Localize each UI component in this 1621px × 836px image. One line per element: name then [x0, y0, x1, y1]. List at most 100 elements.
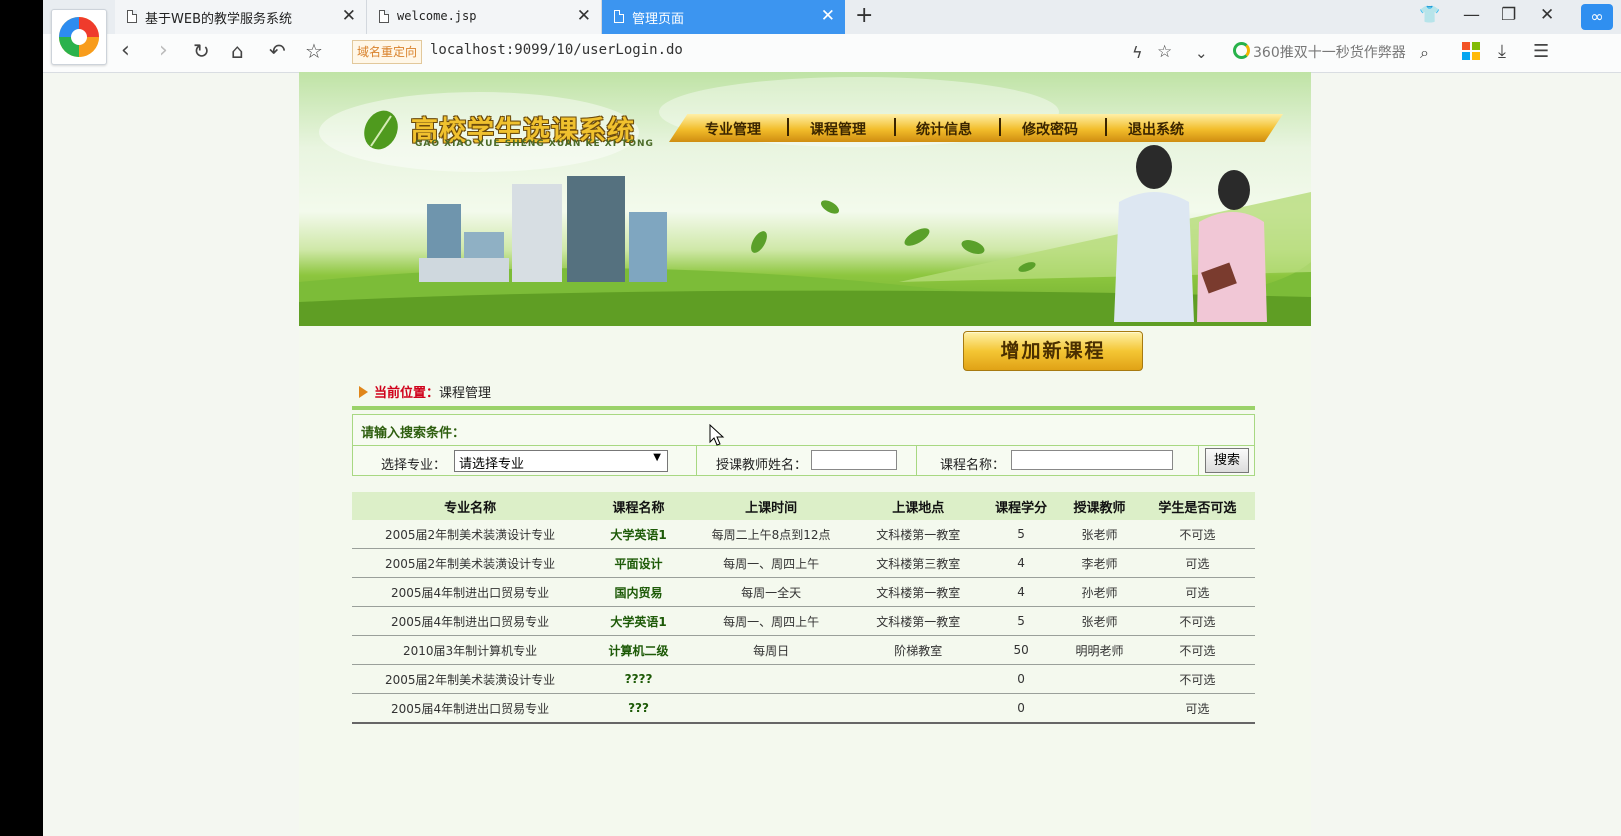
- table-cell: 2010届3年制计算机专业: [352, 635, 589, 665]
- table-row: 2005届4年制进出口贸易专业??? 0 可选: [352, 693, 1255, 724]
- breadcrumb-label: 当前位置：: [374, 386, 440, 401]
- major-select[interactable]: 请选择专业 ▼: [454, 450, 668, 472]
- divider: [352, 406, 1255, 410]
- teacher-name-input[interactable]: [811, 450, 897, 470]
- menu-icon[interactable]: ☰: [1533, 41, 1549, 62]
- lightning-icon[interactable]: ϟ: [1132, 43, 1143, 62]
- skin-icon[interactable]: 👕: [1419, 5, 1440, 25]
- table-cell: 不可选: [1139, 635, 1255, 665]
- col-selectable: 学生是否可选: [1139, 492, 1255, 520]
- browser-window: 基于WEB的教学服务系统 ✕ welcome.jsp ✕ 管理页面 ✕ + 👕 …: [43, 0, 1621, 836]
- col-location: 上课地点: [853, 492, 984, 520]
- tab-admin-page[interactable]: 管理页面 ✕: [602, 0, 845, 34]
- table-cell: 明明老师: [1059, 635, 1140, 665]
- table-cell: [1059, 664, 1140, 694]
- back-icon[interactable]: ‹: [121, 38, 130, 63]
- redirect-badge[interactable]: 域名重定向: [352, 40, 423, 64]
- table-cell: 李老师: [1059, 548, 1140, 578]
- 360-search-icon: [1233, 42, 1250, 59]
- main-menu: 专业管理 课程管理 统计信息 修改密码 退出系统: [669, 114, 1283, 142]
- menu-item-statistics[interactable]: 统计信息: [916, 119, 972, 139]
- table-cell: [1059, 693, 1140, 724]
- search-suggestion[interactable]: 360推双十一秒货作弊器: [1233, 42, 1406, 62]
- table-cell: 每周二上午8点到12点: [688, 520, 854, 549]
- system-subtitle: GAO XIAO XUE SHENG XUAN KE XI TONG: [415, 139, 654, 149]
- table-cell: [853, 664, 984, 694]
- table-cell: 2005届2年制美术装潢设计专业: [352, 520, 589, 549]
- arrow-right-icon: [359, 386, 368, 398]
- table-cell: 5: [983, 606, 1060, 636]
- address-bar[interactable]: localhost:9099/10/userLogin.do: [430, 42, 683, 58]
- major-selected-value: 请选择专业: [459, 457, 525, 472]
- forward-icon[interactable]: ›: [159, 38, 168, 63]
- table-cell: 文科楼第三教室: [853, 548, 984, 578]
- minimize-icon[interactable]: —: [1463, 5, 1480, 25]
- course-name-link[interactable]: ???: [588, 693, 689, 724]
- new-tab-icon[interactable]: +: [855, 3, 873, 28]
- col-course: 课程名称: [588, 492, 689, 520]
- restore-icon[interactable]: ❐: [1501, 5, 1516, 25]
- favorite-star-icon[interactable]: ☆: [1157, 42, 1172, 62]
- page-icon: [614, 10, 624, 23]
- course-name-input[interactable]: [1011, 450, 1173, 470]
- undo-close-icon[interactable]: ↶: [269, 39, 286, 63]
- reload-icon[interactable]: ↻: [193, 39, 210, 63]
- tab-title: 基于WEB的教学服务系统: [145, 12, 292, 27]
- table-cell: 张老师: [1059, 606, 1140, 636]
- close-tab-icon[interactable]: ✕: [821, 6, 835, 26]
- course-name-link[interactable]: 国内贸易: [588, 577, 689, 607]
- table-cell: 不可选: [1139, 664, 1255, 694]
- course-name-link[interactable]: ????: [588, 664, 689, 694]
- tab-welcome[interactable]: welcome.jsp ✕: [367, 0, 602, 34]
- col-time: 上课时间: [688, 492, 854, 520]
- search-panel: 请输入搜索条件： 选择专业： 请选择专业 ▼ 授课教师姓名： 课程名称： 搜索: [352, 414, 1255, 476]
- close-window-icon[interactable]: ✕: [1540, 5, 1554, 25]
- header-banner: 高校学生选课系统 GAO XIAO XUE SHENG XUAN KE XI T…: [299, 72, 1311, 326]
- menu-item-change-password[interactable]: 修改密码: [1022, 119, 1078, 139]
- course-table: 专业名称 课程名称 上课时间 上课地点 课程学分 授课教师 学生是否可选 200…: [352, 492, 1255, 724]
- table-cell: 文科楼第一教室: [853, 577, 984, 607]
- table-cell: 4: [983, 577, 1060, 607]
- home-icon[interactable]: ⌂: [231, 39, 244, 63]
- menu-item-logout[interactable]: 退出系统: [1128, 119, 1184, 139]
- major-label: 选择专业：: [381, 458, 447, 473]
- col-major: 专业名称: [352, 492, 589, 520]
- table-cell: 2005届2年制美术装潢设计专业: [352, 664, 589, 694]
- table-cell: 不可选: [1139, 520, 1255, 549]
- table-cell: 可选: [1139, 577, 1255, 607]
- browser-logo-icon[interactable]: [51, 9, 107, 65]
- breadcrumb-value: 课程管理: [439, 386, 492, 401]
- course-name-link[interactable]: 平面设计: [588, 548, 689, 578]
- table-cell: 50: [983, 635, 1060, 665]
- navigation-bar: ‹ › ↻ ⌂ ↶ ☆ 域名重定向 localhost:9099/10/user…: [43, 34, 1621, 73]
- table-cell: 每周一、周四上午: [688, 606, 854, 636]
- search-hint-text: 360推双十一秒货作弊器: [1253, 45, 1406, 61]
- course-name-link[interactable]: 大学英语1: [588, 606, 689, 636]
- search-button[interactable]: 搜索: [1205, 448, 1249, 473]
- cloud-sync-icon[interactable]: ∞: [1581, 4, 1613, 30]
- table-cell: 0: [983, 693, 1060, 724]
- menu-item-major-management[interactable]: 专业管理: [705, 119, 761, 139]
- table-row: 2005届2年制美术装潢设计专业???? 0 不可选: [352, 664, 1255, 694]
- search-icon[interactable]: ⌕: [1420, 43, 1429, 63]
- close-tab-icon[interactable]: ✕: [577, 6, 591, 26]
- course-name-link[interactable]: 大学英语1: [588, 520, 689, 549]
- chevron-down-icon[interactable]: ⌄: [1195, 44, 1208, 62]
- dropdown-arrow-icon: ▼: [653, 452, 661, 463]
- tab-title: 管理页面: [632, 12, 685, 27]
- bookmark-star-icon[interactable]: ☆: [305, 39, 323, 63]
- close-tab-icon[interactable]: ✕: [342, 6, 356, 26]
- tab-teaching-system[interactable]: 基于WEB的教学服务系统 ✕: [115, 0, 367, 34]
- download-icon[interactable]: ⤓: [1498, 41, 1506, 62]
- add-course-button[interactable]: 增加新课程: [963, 331, 1143, 371]
- course-label: 课程名称：: [940, 458, 1006, 473]
- search-row: 选择专业： 请选择专业 ▼ 授课教师姓名： 课程名称： 搜索: [353, 445, 1254, 476]
- course-name-link[interactable]: 计算机二级: [588, 635, 689, 665]
- table-cell: 孙老师: [1059, 577, 1140, 607]
- table-row: 2005届4年制进出口贸易专业 大学英语1 每周一、周四上午 文科楼第一教室 5 张老师不…: [352, 606, 1255, 636]
- course-filter-cell: 课程名称：: [916, 446, 1199, 476]
- table-cell: 4: [983, 548, 1060, 578]
- breadcrumb: 当前位置：课程管理: [359, 382, 491, 401]
- menu-item-course-management[interactable]: 课程管理: [810, 119, 866, 139]
- apps-grid-icon[interactable]: [1462, 42, 1480, 60]
